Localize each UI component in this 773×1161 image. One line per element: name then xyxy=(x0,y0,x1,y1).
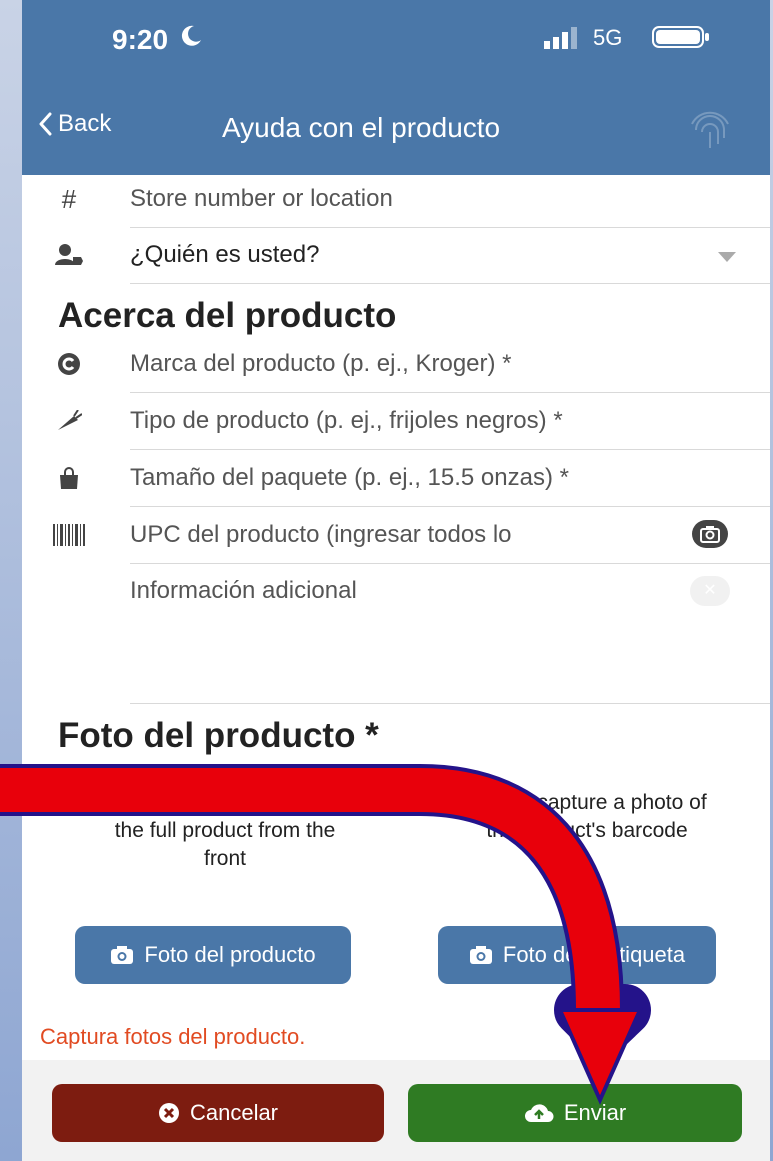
prompt-line: Please capture a photo of xyxy=(467,791,707,814)
product-photo-label: Foto del producto xyxy=(144,942,316,967)
signal-icon xyxy=(544,27,577,49)
who-are-you-label: ¿Quién es usted? xyxy=(130,241,320,268)
product-photo-button[interactable]: Foto del producto xyxy=(75,926,351,984)
shopping-bag-icon xyxy=(52,463,86,493)
moon-icon xyxy=(181,25,201,46)
additional-info-field[interactable]: Información adicional ✕ xyxy=(22,564,770,704)
caret-down-icon xyxy=(718,252,736,262)
cancel-label: Cancelar xyxy=(189,1100,279,1125)
barcode-photo-prompt: Please capture a photo of the product's … xyxy=(412,789,762,845)
footer-bar: Cancelar Enviar xyxy=(22,1060,770,1161)
label-photo-label: Foto de la etiqueta xyxy=(502,942,686,967)
user-tag-icon xyxy=(52,240,86,270)
about-section-title: Acerca del producto xyxy=(58,296,397,335)
page-title: Ayuda con el producto xyxy=(222,112,501,143)
phone-screen: 9:20 5G Back Ayuda con el producto # Sto… xyxy=(22,0,770,1161)
divider xyxy=(130,283,770,284)
cloud-upload-icon xyxy=(524,1104,554,1122)
clear-icon[interactable]: ✕ xyxy=(690,576,730,606)
photo-section-title: Foto del producto * xyxy=(58,716,379,755)
divider xyxy=(130,392,770,393)
product-type-placeholder: Tipo de producto (p. ej., frijoles negro… xyxy=(130,407,563,434)
camera-icon xyxy=(111,946,134,964)
back-button[interactable]: Back xyxy=(38,110,111,138)
brand-field[interactable]: Marca del producto (p. ej., Kroger) * xyxy=(22,337,770,393)
divider xyxy=(130,449,770,450)
store-number-field[interactable]: # Store number or location xyxy=(22,172,770,228)
chevron-left-icon xyxy=(39,112,52,136)
additional-info-placeholder: Información adicional xyxy=(130,577,357,604)
store-number-placeholder: Store number or location xyxy=(130,185,393,212)
carrot-icon xyxy=(52,406,86,436)
product-type-field[interactable]: Tipo de producto (p. ej., frijoles negro… xyxy=(22,394,770,450)
prompt-line: Please capture a photo of xyxy=(105,791,345,814)
prompt-line: the product's barcode xyxy=(486,819,688,842)
prompt-line: front xyxy=(203,847,247,870)
who-are-you-select[interactable]: ¿Quién es usted? xyxy=(22,228,770,284)
package-size-field[interactable]: Tamaño del paquete (p. ej., 15.5 onzas) … xyxy=(22,451,770,507)
send-button[interactable]: Enviar xyxy=(408,1084,742,1142)
divider xyxy=(130,703,770,704)
battery-icon xyxy=(652,26,709,48)
label-photo-button[interactable]: Foto de la etiqueta xyxy=(438,926,716,984)
scan-barcode-button[interactable] xyxy=(692,520,728,548)
network-indicator: 5G xyxy=(593,25,623,50)
brand-placeholder: Marca del producto (p. ej., Kroger) * xyxy=(130,350,512,377)
close-circle-icon xyxy=(158,1103,179,1123)
barcode-icon xyxy=(52,520,86,550)
prompt-line: the full product from the xyxy=(114,819,336,842)
validation-hint: Captura fotos del producto. xyxy=(40,1024,306,1049)
app-header: 9:20 5G Back Ayuda con el producto xyxy=(22,0,770,175)
back-label: Back xyxy=(58,110,112,137)
product-photo-prompt: Please capture a photo of the full produ… xyxy=(40,789,410,873)
package-size-placeholder: Tamaño del paquete (p. ej., 15.5 onzas) … xyxy=(130,464,569,491)
hash-icon: # xyxy=(61,183,77,214)
status-time: 9:20 xyxy=(112,24,169,55)
fingerprint-icon[interactable] xyxy=(684,104,736,156)
cancel-button[interactable]: Cancelar xyxy=(52,1084,384,1142)
upc-field[interactable]: UPC del producto (ingresar todos lo xyxy=(22,508,770,564)
send-label: Enviar xyxy=(563,1100,627,1125)
upc-placeholder: UPC del producto (ingresar todos lo xyxy=(130,521,512,548)
copyright-icon xyxy=(52,349,86,379)
divider xyxy=(130,506,770,507)
camera-icon xyxy=(469,946,492,964)
camera-icon xyxy=(700,526,720,543)
